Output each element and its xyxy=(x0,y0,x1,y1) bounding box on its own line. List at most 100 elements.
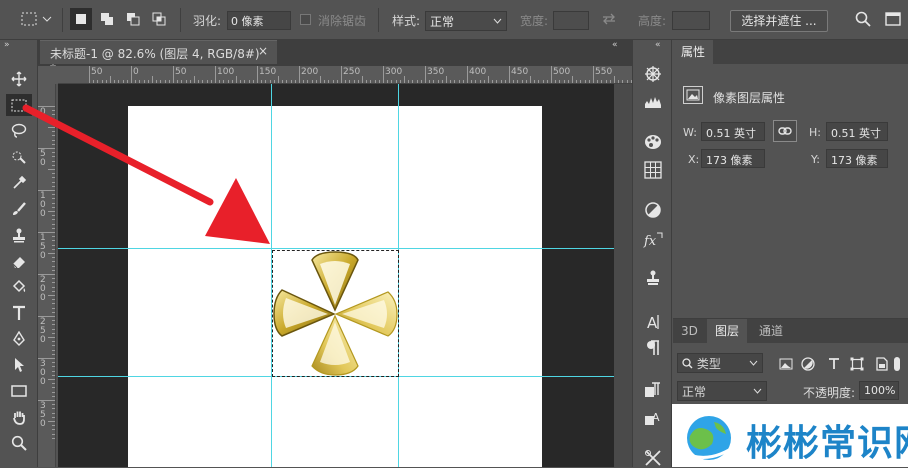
ruler-minor-tick xyxy=(52,160,55,162)
ruler-tick-label: 1 5 0 xyxy=(40,233,46,261)
collapse-arrows-icon[interactable]: « xyxy=(655,40,661,50)
blend-mode-select[interactable]: 正常 xyxy=(677,381,767,401)
width-field[interactable]: 0.51 英寸 xyxy=(701,122,765,141)
new-selection-icon[interactable] xyxy=(70,8,92,30)
ruler-tick-label: 0 xyxy=(133,67,139,77)
ruler-minor-tick xyxy=(52,425,55,427)
paragraph-icon[interactable] xyxy=(643,338,663,358)
intersect-selection-icon[interactable] xyxy=(148,8,170,30)
ruler-minor-tick xyxy=(48,295,55,296)
adjustments-icon[interactable] xyxy=(643,200,663,220)
eraser-tool-icon[interactable] xyxy=(6,250,32,272)
adjustment-filter-icon[interactable] xyxy=(799,355,817,373)
swatches-grid-icon[interactable] xyxy=(643,160,663,180)
ruler-major-tick xyxy=(425,66,426,83)
watermark-text: 彬彬常识网 xyxy=(746,423,908,464)
smart-object-filter-icon[interactable] xyxy=(873,355,891,373)
horizontal-ruler[interactable]: 50 0 50 100 150 200 250 300 350 400 450 500 550 xyxy=(58,66,632,84)
chevron-down-icon[interactable] xyxy=(40,8,54,30)
ruler-major-tick xyxy=(257,66,258,83)
select-and-mask-button[interactable]: 选择并遮住 ... xyxy=(730,10,828,32)
height-label: 高度: xyxy=(638,14,667,28)
ruler-tick-label: 3 0 0 xyxy=(40,359,46,387)
swap-arrows-icon[interactable] xyxy=(600,8,618,30)
styles-fx-icon[interactable]: fx xyxy=(643,230,663,250)
feather-input[interactable]: 0 像素 xyxy=(227,11,291,30)
quick-selection-tool-icon[interactable] xyxy=(6,146,32,168)
paragraph-styles-icon[interactable] xyxy=(643,380,663,400)
ruler-minor-tick xyxy=(52,227,55,229)
pixel-filter-icon[interactable] xyxy=(777,355,795,373)
filter-toggle-icon[interactable] xyxy=(891,355,908,373)
style-select-value: 正常 xyxy=(430,15,455,29)
collapse-arrows-icon[interactable]: » xyxy=(4,40,10,50)
marquee-tool-preset-icon[interactable] xyxy=(18,8,40,30)
layer-filter-select[interactable]: 类型 xyxy=(677,353,763,373)
stamp-properties-icon[interactable] xyxy=(643,268,663,288)
path-selection-tool-icon[interactable] xyxy=(6,354,32,376)
style-select[interactable]: 正常 xyxy=(425,11,507,31)
close-tab-icon[interactable]: × xyxy=(258,44,268,58)
tab-3d[interactable]: 3D xyxy=(673,319,706,343)
type-tool-icon[interactable] xyxy=(6,302,32,324)
antialias-checkbox[interactable] xyxy=(300,14,311,25)
tools-preset-icon[interactable] xyxy=(643,448,663,468)
navigator-icon[interactable] xyxy=(643,64,663,84)
histogram-icon[interactable] xyxy=(643,92,663,112)
x-field[interactable]: 173 像素 xyxy=(701,149,765,168)
clone-stamp-tool-icon[interactable] xyxy=(6,224,32,246)
document-tab[interactable]: 未标题-1 @ 82.6% (图层 4, RGB/8#) * × xyxy=(40,40,277,76)
tab-properties[interactable]: 属性 xyxy=(673,40,714,64)
paint-bucket-tool-icon[interactable] xyxy=(6,276,32,298)
ruler-minor-tick xyxy=(48,379,55,380)
horizontal-guide[interactable] xyxy=(58,248,614,249)
ruler-minor-tick xyxy=(52,185,55,187)
ruler-major-tick xyxy=(509,66,510,83)
ruler-tick-label: 2 5 0 xyxy=(40,317,46,345)
ruler-tick-label: 5 0 xyxy=(40,149,46,168)
rectangle-tool-icon[interactable] xyxy=(6,380,32,402)
hand-tool-icon[interactable] xyxy=(6,406,32,428)
color-palette-icon[interactable] xyxy=(643,132,663,152)
height-input[interactable] xyxy=(672,11,710,30)
subtract-from-selection-icon[interactable] xyxy=(122,8,144,30)
ruler-minor-tick xyxy=(320,76,321,83)
add-to-selection-icon[interactable] xyxy=(96,8,118,30)
ruler-minor-tick xyxy=(52,156,55,158)
character-styles-icon[interactable]: A xyxy=(643,408,663,428)
ruler-minor-tick xyxy=(52,416,55,418)
opacity-label: 不透明度: xyxy=(803,386,856,400)
ruler-minor-tick xyxy=(48,127,55,128)
ruler-minor-tick xyxy=(52,152,55,154)
rectangular-marquee-tool-icon[interactable] xyxy=(6,94,32,116)
brush-tool-icon[interactable] xyxy=(6,198,32,220)
ruler-minor-tick xyxy=(52,194,55,196)
collapse-arrows-icon[interactable]: « xyxy=(612,40,618,50)
shape-filter-icon[interactable] xyxy=(848,355,866,373)
ruler-minor-tick xyxy=(52,131,55,133)
pen-tool-icon[interactable] xyxy=(6,328,32,350)
move-tool-icon[interactable] xyxy=(6,68,32,90)
search-icon[interactable] xyxy=(852,8,874,30)
zoom-tool-icon[interactable] xyxy=(6,432,32,454)
character-icon[interactable]: A xyxy=(643,312,663,332)
tab-channels[interactable]: 通道 xyxy=(751,319,791,343)
height-field[interactable]: 0.51 英寸 xyxy=(826,122,888,141)
ruler-minor-tick xyxy=(52,412,55,414)
type-filter-icon[interactable] xyxy=(825,355,843,373)
canvas-area[interactable] xyxy=(58,84,614,467)
antialias-label: 消除锯齿 xyxy=(318,14,367,28)
lasso-tool-icon[interactable] xyxy=(6,120,32,142)
ruler-minor-tick xyxy=(52,122,55,124)
vertical-ruler[interactable]: 0 5 0 1 0 0 1 5 0 2 0 0 2 5 0 3 0 0 3 5 0 xyxy=(38,84,56,467)
workspace-icon[interactable] xyxy=(882,8,904,30)
tab-layers[interactable]: 图层 xyxy=(707,319,748,343)
ruler-major-tick xyxy=(383,66,384,83)
opacity-field[interactable]: 100% xyxy=(859,381,899,400)
eyedropper-tool-icon[interactable] xyxy=(6,172,32,194)
canvas-scrollbar[interactable] xyxy=(614,84,632,467)
link-icon[interactable] xyxy=(773,120,797,142)
ruler-minor-tick xyxy=(572,76,573,83)
width-input[interactable] xyxy=(553,11,589,30)
y-field[interactable]: 173 像素 xyxy=(826,149,888,168)
